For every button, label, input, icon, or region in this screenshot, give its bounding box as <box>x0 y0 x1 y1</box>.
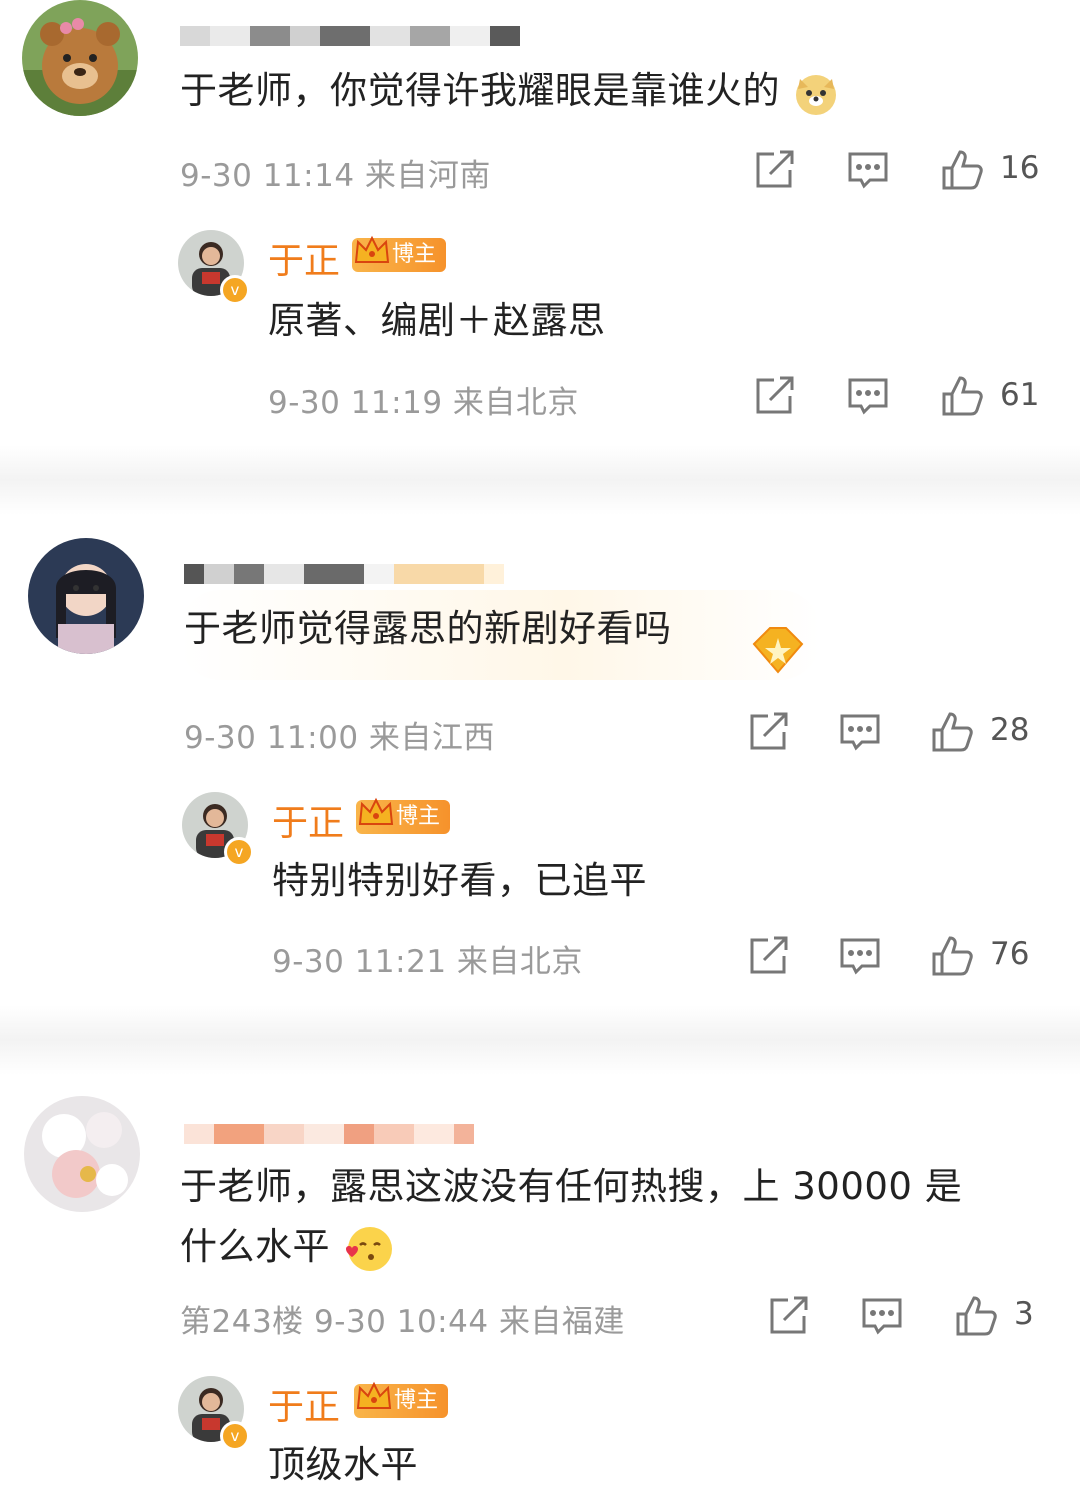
avatar-bear[interactable] <box>22 0 138 116</box>
avatar-flowers[interactable] <box>24 1096 140 1212</box>
like-count: 76 <box>990 936 1030 972</box>
like-icon[interactable] <box>954 1294 998 1338</box>
comment-meta: 第243楼 9-30 10:44 来自福建 <box>180 1304 625 1340</box>
like-count: 16 <box>1000 150 1040 186</box>
share-icon[interactable] <box>746 710 790 754</box>
verified-badge-icon: v <box>224 837 254 867</box>
comment-meta: 9-30 11:14 来自河南 <box>180 158 491 194</box>
share-icon[interactable] <box>752 374 796 418</box>
crown-icon <box>352 232 392 272</box>
comment-divider <box>0 445 1080 515</box>
blogger-badge: 博主 <box>354 1381 449 1418</box>
like-count: 28 <box>990 712 1030 748</box>
verified-badge-icon: v <box>220 275 250 305</box>
like-icon[interactable] <box>940 374 984 418</box>
comment-icon[interactable] <box>846 374 890 418</box>
star-badge-icon <box>746 624 810 676</box>
blogger-badge: 博主 <box>356 797 451 834</box>
like-icon[interactable] <box>940 148 984 192</box>
like-count: 3 <box>1014 1296 1034 1332</box>
reply-meta: 9-30 11:19 来自北京 <box>268 385 579 421</box>
blurred-username[interactable] <box>180 2 520 46</box>
comment-text: 于老师觉得露思的新剧好看吗 <box>184 607 672 650</box>
crown-icon <box>354 1378 394 1418</box>
like-count: 61 <box>1000 377 1040 413</box>
verified-badge-icon: v <box>220 1421 250 1451</box>
comment-text: 于老师，你觉得许我耀眼是靠谁火的 <box>180 66 840 117</box>
comment-icon[interactable] <box>838 710 882 754</box>
comment-icon[interactable] <box>838 934 882 978</box>
like-icon[interactable] <box>930 934 974 978</box>
like-icon[interactable] <box>930 710 974 754</box>
comment-meta: 9-30 11:00 来自江西 <box>184 720 495 756</box>
blurred-username[interactable] <box>184 1100 474 1144</box>
comment-divider <box>0 1005 1080 1075</box>
comment-icon[interactable] <box>860 1294 904 1338</box>
blurred-username[interactable] <box>184 540 504 584</box>
blogger-badge: 博主 <box>352 235 447 272</box>
reply-text: 原著、编剧＋赵露思 <box>268 299 606 342</box>
doge-emoji-icon <box>792 69 840 117</box>
share-icon[interactable] <box>746 934 790 978</box>
reply-author-name[interactable]: 于正 <box>268 232 340 284</box>
kiss-emoji-icon <box>342 1223 394 1275</box>
reply-text: 特别特别好看，已追平 <box>272 859 647 902</box>
comment-text-line2: 什么水平 <box>180 1222 394 1275</box>
reply-author-name[interactable]: 于正 <box>268 1378 340 1430</box>
share-icon[interactable] <box>766 1294 810 1338</box>
reply-author-name[interactable]: 于正 <box>272 794 344 846</box>
reply-text: 顶级水平 <box>268 1443 418 1486</box>
comment-text-line1: 于老师，露思这波没有任何热搜，上 30000 是 <box>180 1165 963 1208</box>
reply-meta: 9-30 11:21 来自北京 <box>272 944 583 980</box>
share-icon[interactable] <box>752 148 796 192</box>
crown-icon <box>356 794 396 834</box>
avatar-girl[interactable] <box>28 538 144 654</box>
comment-icon[interactable] <box>846 148 890 192</box>
